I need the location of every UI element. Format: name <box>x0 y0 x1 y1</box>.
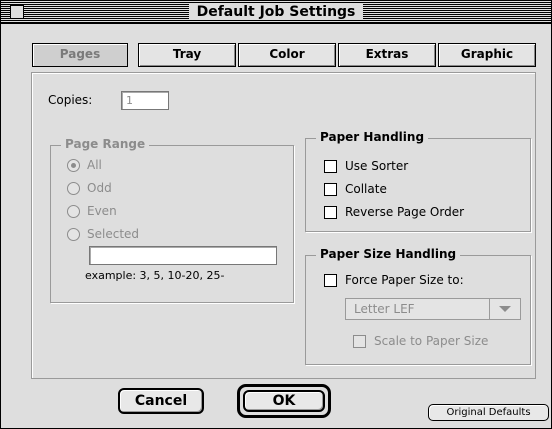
use-sorter-label: Use Sorter <box>345 159 409 173</box>
paper-size-handling-title: Paper Size Handling <box>316 247 461 261</box>
reverse-page-order-checkbox[interactable] <box>324 206 337 219</box>
tab-graphic[interactable]: Graphic <box>438 43 536 67</box>
collate-label: Collate <box>345 182 387 196</box>
original-defaults-button[interactable]: Original Defaults <box>428 404 549 421</box>
page-range-example: example: 3, 5, 10-20, 25- <box>85 269 225 282</box>
use-sorter-checkbox[interactable] <box>324 160 337 173</box>
ok-button[interactable]: OK <box>243 390 325 412</box>
radio-odd-label: Odd <box>87 181 112 195</box>
paper-handling-title: Paper Handling <box>316 130 429 144</box>
tab-pages[interactable]: Pages <box>32 43 128 67</box>
paper-size-value: Letter LEF <box>354 302 415 316</box>
page-range-input[interactable] <box>89 246 277 265</box>
scale-to-paper-size-checkbox[interactable] <box>353 335 366 348</box>
tab-extras[interactable]: Extras <box>338 43 436 67</box>
tab-color[interactable]: Color <box>238 43 336 67</box>
radio-selected-label: Selected <box>87 227 140 241</box>
radio-all-label: All <box>87 158 102 172</box>
radio-even[interactable] <box>67 205 80 218</box>
force-paper-size-checkbox[interactable] <box>324 274 337 287</box>
chevron-down-icon <box>499 306 511 312</box>
force-paper-size-label: Force Paper Size to: <box>345 273 464 287</box>
reverse-page-order-label: Reverse Page Order <box>345 205 465 219</box>
copies-field[interactable]: 1 <box>121 91 169 110</box>
radio-selected[interactable] <box>67 228 80 241</box>
tab-tray[interactable]: Tray <box>138 43 236 67</box>
paper-size-popup[interactable]: Letter LEF <box>345 298 521 320</box>
dialog-window: Default Job Settings Pages Tray Color Ex… <box>0 0 552 429</box>
cancel-button[interactable]: Cancel <box>118 388 204 414</box>
scale-to-paper-size-label: Scale to Paper Size <box>374 334 489 348</box>
radio-odd[interactable] <box>67 182 80 195</box>
title-bar[interactable]: Default Job Settings <box>1 1 551 24</box>
window-title: Default Job Settings <box>188 4 364 20</box>
collate-checkbox[interactable] <box>324 183 337 196</box>
radio-all[interactable] <box>67 159 80 172</box>
copies-label: Copies: <box>48 93 93 107</box>
radio-even-label: Even <box>87 204 117 218</box>
page-range-title: Page Range <box>61 137 150 151</box>
